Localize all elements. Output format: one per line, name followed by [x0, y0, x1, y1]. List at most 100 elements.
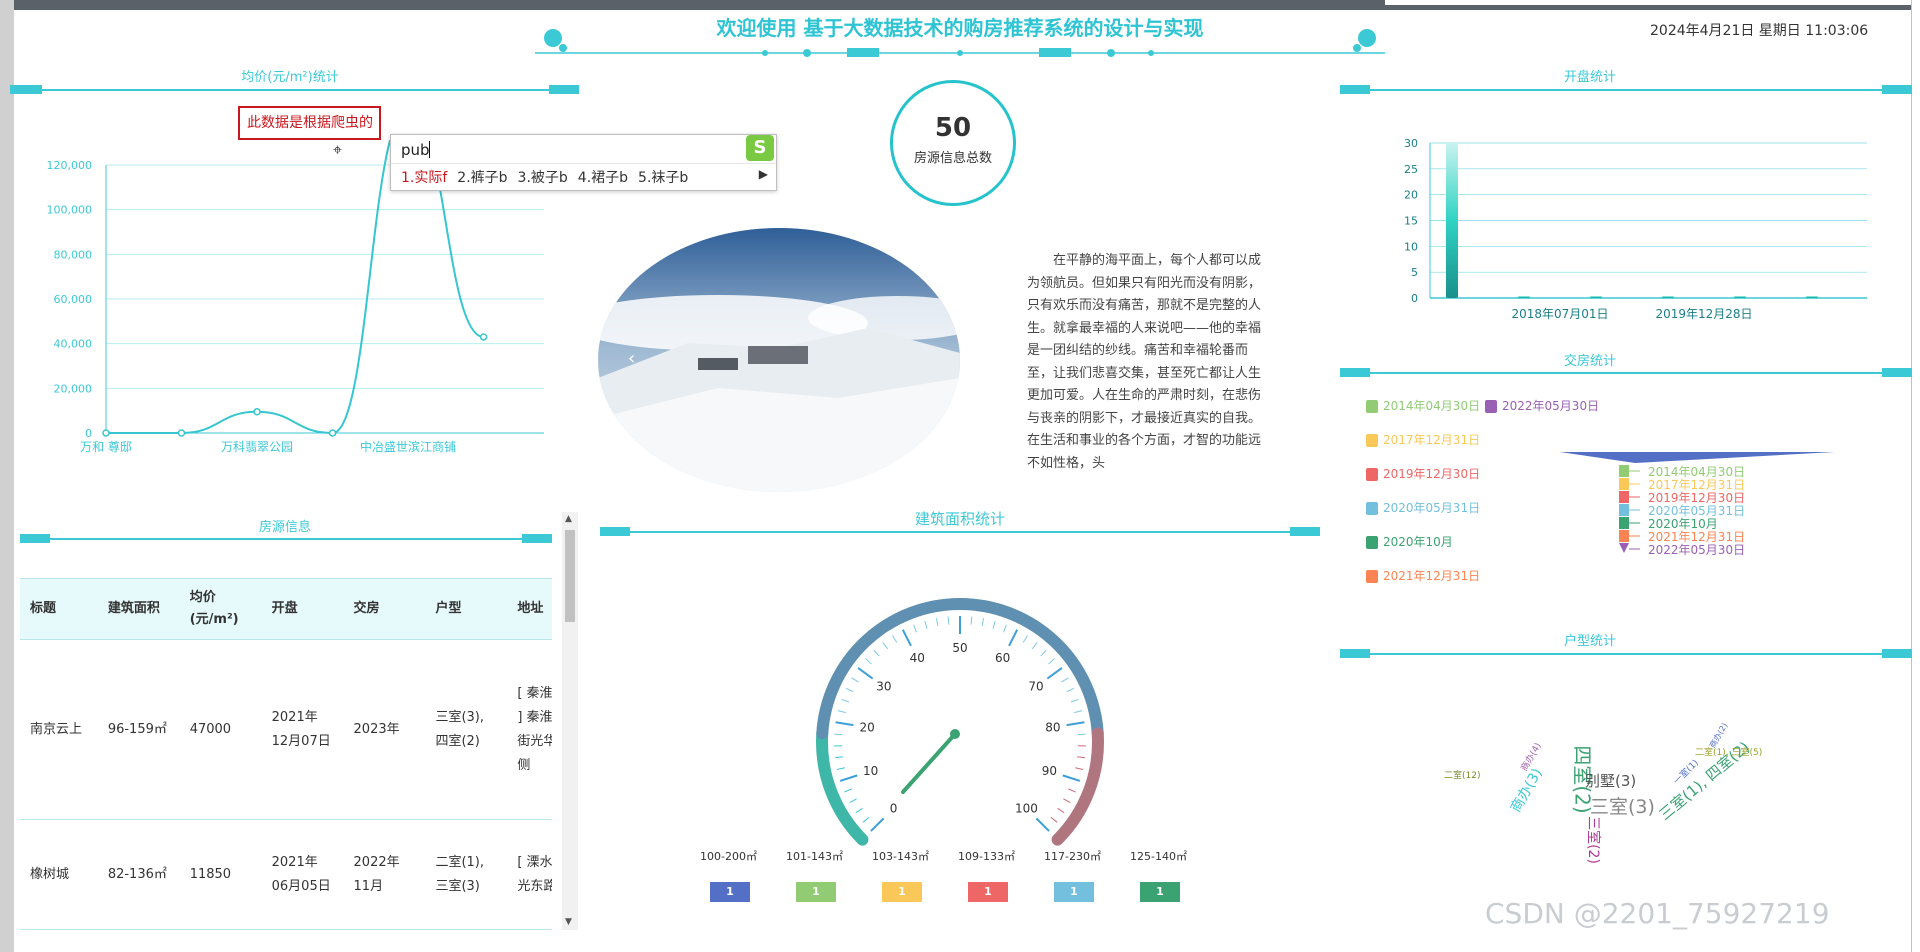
- word-cloud-word: 别墅(3): [1585, 772, 1637, 790]
- ime-candidate-popup[interactable]: pub S 1.实际f 2.裤子b 3.被子b 4.裙子b 5.袜子b ▶: [390, 134, 777, 191]
- col-header[interactable]: 标题: [20, 578, 98, 640]
- funnel-slice: [1619, 478, 1629, 490]
- area-range-label: 103-143㎡: [872, 850, 929, 863]
- legend-item[interactable]: 2022年05月30日: [1485, 397, 1599, 414]
- area-title: 建筑面积统计: [914, 510, 1005, 528]
- gauge-needle: [901, 732, 957, 794]
- gauge-tick: [873, 649, 880, 657]
- area-count-badge[interactable]: 1: [796, 882, 836, 902]
- col-header[interactable]: 地址: [507, 578, 552, 640]
- gauge-tick: [1066, 687, 1075, 693]
- area-range-label: 109-133㎡: [958, 850, 1015, 863]
- crosshair-cursor-icon: ⌖: [333, 140, 343, 159]
- area-count-badge[interactable]: 1: [1054, 882, 1094, 902]
- layout-word-cloud: 四室(2) 别墅(3) 三室(3) 三室(1), 四室(2) 商办(3) 二室(12) 二室…: [1430, 710, 1763, 890]
- funnel-label: 2021年12月31日: [1648, 530, 1745, 544]
- delivery-title: 交房统计: [1563, 354, 1616, 369]
- ime-candidate[interactable]: 2.裤子b: [457, 170, 507, 186]
- y-tick-label: 20,000: [54, 382, 93, 395]
- word-cloud-word: 三室(3): [1590, 796, 1655, 818]
- y-tick-label: 5: [1411, 266, 1418, 279]
- funnel-slice: [1619, 465, 1629, 477]
- gauge-tick: [857, 667, 874, 680]
- funnel-label: 2022年05月30日: [1648, 543, 1745, 557]
- col-header[interactable]: 均价(元/m²): [179, 578, 262, 640]
- window-top-bar: [0, 0, 1920, 10]
- gauge-tick-label: 20: [860, 720, 875, 734]
- x-tick-label: 2019年12月28日: [1655, 307, 1752, 321]
- gauge-tick: [1068, 788, 1076, 793]
- gauge-tick: [844, 788, 852, 793]
- avg-price-title: 均价(元/m²)统计: [241, 70, 339, 85]
- word-cloud-word: 商办(4): [1519, 741, 1544, 774]
- total-count-value: 50: [934, 113, 972, 143]
- legend-item[interactable]: 2017年12月31日: [1366, 431, 1480, 448]
- col-header[interactable]: 建筑面积: [97, 578, 180, 640]
- area-gauge-chart: 0 10 20 30 40 50 60 70 80 90 100: [816, 598, 1104, 846]
- ime-candidate[interactable]: 1.实际f: [401, 170, 447, 186]
- table-row[interactable]: 橡树城 82-136㎡ 11850 2021年06月05日 2022年11月 二…: [20, 819, 552, 930]
- total-count-label: 房源信息总数: [913, 151, 992, 166]
- gauge-tick: [835, 721, 854, 727]
- gauge-tick-label: 50: [952, 641, 967, 655]
- ime-next-page-icon[interactable]: ▶: [759, 167, 768, 181]
- table-scrollbar-thumb[interactable]: [565, 530, 575, 622]
- area-count-badge[interactable]: 1: [882, 882, 922, 902]
- ime-candidate[interactable]: 3.被子b: [518, 170, 568, 186]
- legend-item[interactable]: 2020年10月: [1366, 533, 1453, 550]
- y-tick-label: 120,000: [47, 159, 93, 172]
- gauge-tick: [924, 620, 928, 629]
- legend-item[interactable]: 2014年04月30日: [1366, 397, 1480, 414]
- col-header[interactable]: 开盘: [261, 578, 344, 640]
- house-info-title: 房源信息: [258, 520, 311, 535]
- ime-candidate[interactable]: 4.裙子b: [578, 170, 628, 186]
- ime-candidate[interactable]: 5.袜子b: [638, 170, 688, 186]
- scroll-up-icon[interactable]: ▲: [565, 514, 572, 524]
- col-header[interactable]: 户型: [425, 578, 508, 640]
- gauge-tick: [839, 774, 858, 782]
- ime-typed-text: pub: [401, 141, 430, 159]
- area-count-badge[interactable]: 1: [1140, 882, 1180, 902]
- funnel-label: 2020年10月: [1648, 517, 1718, 531]
- gauge-tick: [1022, 635, 1028, 643]
- scroll-down-icon[interactable]: ▼: [565, 917, 572, 927]
- gauge-tick: [981, 618, 985, 627]
- bar: [1734, 296, 1746, 298]
- legend-swatch: [1366, 570, 1378, 583]
- x-tick-label: 中冶盛世滨江商铺: [360, 439, 456, 454]
- funnel-label: 2020年05月31日: [1648, 504, 1745, 518]
- area-count-badge[interactable]: 1: [968, 882, 1008, 902]
- legend-item[interactable]: 2021年12月31日: [1366, 567, 1480, 584]
- col-header[interactable]: 交房: [343, 578, 426, 640]
- table-row[interactable]: 南京云上 96-159㎡ 47000 2021年12月07日 2023年 三室(…: [20, 639, 552, 820]
- gauge-tick: [1050, 816, 1058, 823]
- y-tick-label: 80,000: [54, 248, 93, 261]
- house-info-table-viewport[interactable]: 标题 建筑面积 均价(元/m²) 开盘 交房 户型 地址 南京云上 96-159…: [20, 578, 552, 930]
- legend-item[interactable]: 2020年05月31日: [1366, 499, 1480, 516]
- word-cloud-word: 二室(1), 三室(5): [1695, 748, 1763, 758]
- area-range-label: 117-230㎡: [1044, 850, 1101, 863]
- carousel-prev-icon[interactable]: ‹: [628, 348, 635, 369]
- bar: [1662, 296, 1674, 298]
- data-point: [253, 408, 261, 416]
- gauge-tick: [1048, 658, 1055, 665]
- word-cloud-word: 二室(12): [1444, 771, 1481, 781]
- word-cloud-word: 三室(2): [1584, 816, 1601, 864]
- gauge-tick-label: 60: [995, 651, 1010, 665]
- funnel-slice: [1619, 491, 1629, 503]
- bar: [1590, 296, 1602, 298]
- csdn-watermark: CSDN @2201_75927219: [1485, 897, 1830, 930]
- gauge-tick: [1002, 624, 1007, 633]
- area-count-badge[interactable]: 1: [710, 882, 750, 902]
- window-right-edge: [1911, 0, 1920, 952]
- carousel-image[interactable]: [598, 228, 960, 492]
- legend-item[interactable]: 2019年12月30日: [1366, 465, 1480, 482]
- delivery-funnel-chart: 2014年04月30日2017年12月31日2019年12月30日2020年05…: [1560, 452, 1835, 557]
- current-datetime: 2024年4月21日 星期日 11:03:06: [1650, 23, 1869, 39]
- gauge-tick: [1075, 767, 1084, 770]
- data-point: [102, 429, 110, 437]
- gauge-arc: [1051, 727, 1104, 846]
- gauge-tick: [834, 756, 843, 759]
- x-tick-label: 万科翡翠公园: [221, 440, 293, 454]
- opening-title: 开盘统计: [1563, 70, 1616, 85]
